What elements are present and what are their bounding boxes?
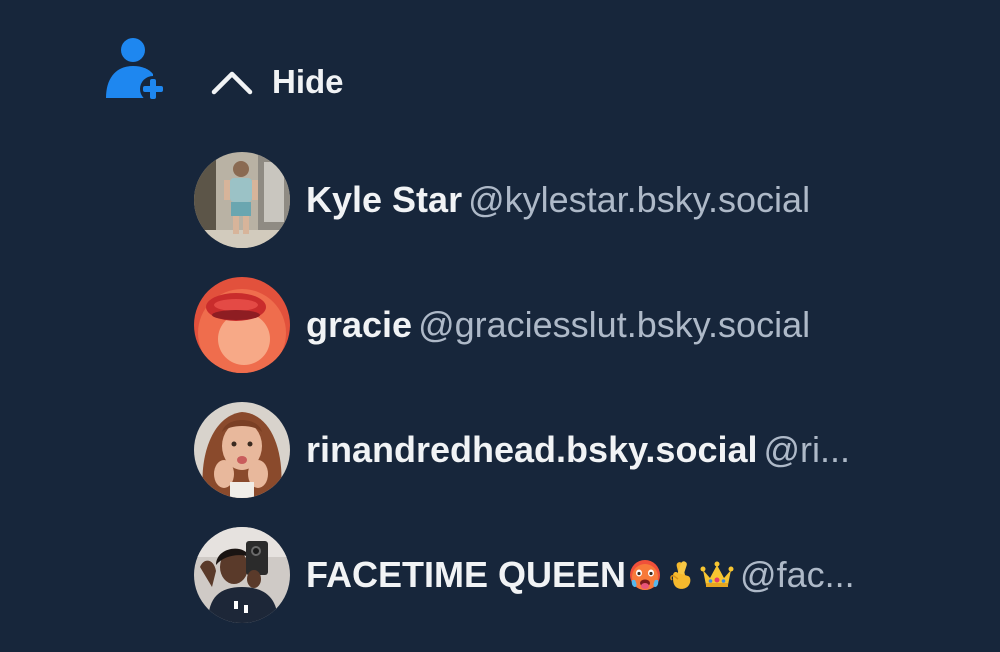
avatar[interactable] — [194, 277, 290, 373]
crossed-fingers-emoji — [670, 561, 691, 589]
suggested-accounts-list: Kyle Star @kylestar.bsky.social gracie @gr… — [194, 152, 984, 652]
display-name: FACETIME QUEEN — [306, 554, 627, 595]
hide-toggle-button[interactable]: Hide — [210, 58, 344, 106]
chevron-up-icon — [210, 68, 254, 96]
hot-face-emoji — [630, 560, 661, 590]
account-name-line[interactable]: gracie @graciesslut.bsky.social — [306, 303, 810, 347]
handle: @fac... — [740, 554, 855, 595]
account-row[interactable]: Kyle Star @kylestar.bsky.social — [194, 152, 984, 248]
person-plus-icon[interactable] — [104, 36, 168, 102]
account-row[interactable]: rinandredhead.bsky.social @ri... — [194, 402, 984, 498]
avatar[interactable] — [194, 402, 290, 498]
account-row[interactable]: gracie @graciesslut.bsky.social — [194, 277, 984, 373]
display-name: rinandredhead.bsky.social — [306, 429, 758, 470]
avatar[interactable] — [194, 527, 290, 623]
handle: @ri... — [763, 429, 851, 470]
handle: @kylestar.bsky.social — [468, 179, 811, 220]
account-name-line[interactable]: Kyle Star @kylestar.bsky.social — [306, 178, 810, 222]
handle: @graciesslut.bsky.social — [418, 304, 811, 345]
avatar[interactable] — [194, 152, 290, 248]
display-name: gracie — [306, 304, 413, 345]
display-name: Kyle Star — [306, 179, 463, 220]
account-name-line[interactable]: FACETIME QUEEN @fac... — [306, 553, 855, 597]
crown-emoji — [700, 561, 734, 587]
hide-label: Hide — [272, 63, 344, 100]
account-row[interactable]: FACETIME QUEEN @fac... — [194, 527, 984, 623]
account-name-line[interactable]: rinandredhead.bsky.social @ri... — [306, 428, 850, 472]
